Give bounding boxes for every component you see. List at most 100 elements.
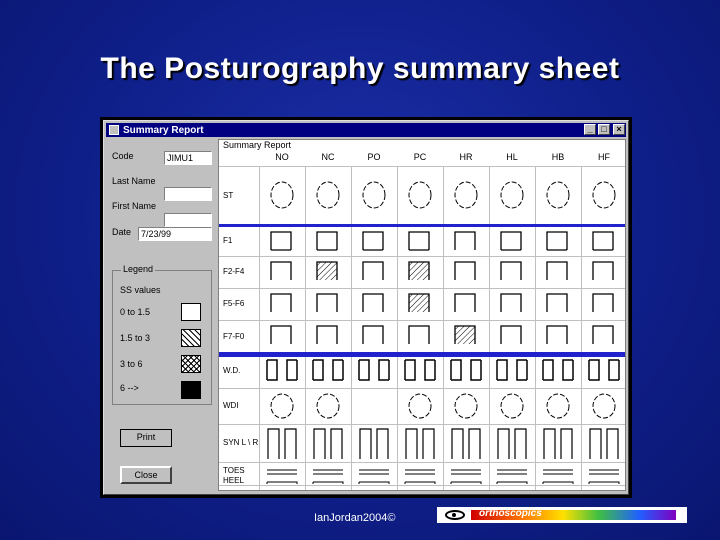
grid-row-divider [219, 424, 625, 425]
cell-syn-l-r-pc[interactable] [403, 427, 437, 461]
orthoscopics-logo: orthoscopics [437, 507, 687, 523]
row-label-st: ST [223, 191, 234, 200]
cell-syn-l-r-hb[interactable] [541, 427, 575, 461]
date-field[interactable]: 7/23/99 [138, 227, 212, 241]
cell-f2-f4-hb[interactable] [541, 260, 575, 282]
cell-wdi-nc[interactable] [311, 392, 345, 420]
cell-st-pc[interactable] [403, 180, 437, 210]
cell-f1-hf[interactable] [587, 230, 621, 252]
cell-f5-f6-hl[interactable] [495, 292, 529, 314]
grid-row-divider [219, 166, 625, 167]
cell-w-d--hr[interactable] [449, 358, 483, 384]
legend-swatch-hatch [181, 329, 201, 347]
cell-f2-f4-pc[interactable] [403, 260, 437, 282]
cell-f5-f6-hf[interactable] [587, 292, 621, 314]
cell-f2-f4-no[interactable] [265, 260, 299, 282]
legend-title: Legend [121, 264, 156, 274]
cell-w-d--pc[interactable] [403, 358, 437, 384]
cell-syn-l-r-hl[interactable] [495, 427, 529, 461]
cell-f5-f6-nc[interactable] [311, 292, 345, 314]
cell-f2-f4-hl[interactable] [495, 260, 529, 282]
cell-st-no[interactable] [265, 180, 299, 210]
cell-st-hf[interactable] [587, 180, 621, 210]
cell-wdi-no[interactable] [265, 392, 299, 420]
col-head-nc: NC [321, 152, 335, 162]
grid-section-separator [219, 352, 625, 355]
cell-f1-hl[interactable] [495, 230, 529, 252]
cell-toes-po[interactable] [357, 464, 391, 484]
cell-f5-f6-hb[interactable] [541, 292, 575, 314]
first-name-field[interactable] [164, 213, 212, 227]
cell-f2-f4-hf[interactable] [587, 260, 621, 282]
maximize-button[interactable]: □ [598, 124, 610, 135]
cell-toes-pc[interactable] [403, 464, 437, 484]
code-field[interactable]: JIMU1 [164, 151, 212, 165]
grid-row-divider [219, 462, 625, 463]
cell-f5-f6-po[interactable] [357, 292, 391, 314]
cell-f1-hb[interactable] [541, 230, 575, 252]
grid-col-divider [351, 166, 352, 490]
cell-f1-nc[interactable] [311, 230, 345, 252]
cell-f7-f0-hr[interactable] [449, 324, 483, 346]
cell-w-d--hf[interactable] [587, 358, 621, 384]
legend-swatch-empty [181, 303, 201, 321]
cell-wdi-hf[interactable] [587, 392, 621, 420]
cell-f7-f0-pc[interactable] [403, 324, 437, 346]
last-name-field[interactable] [164, 187, 212, 201]
cell-wdi-hb[interactable] [541, 392, 575, 420]
cell-f2-f4-po[interactable] [357, 260, 391, 282]
cell-f7-f0-po[interactable] [357, 324, 391, 346]
cell-f7-f0-hl[interactable] [495, 324, 529, 346]
cell-f1-po[interactable] [357, 230, 391, 252]
cell-w-d--hb[interactable] [541, 358, 575, 384]
cell-f5-f6-hr[interactable] [449, 292, 483, 314]
print-button[interactable]: Print [118, 427, 174, 449]
cell-w-d--no[interactable] [265, 358, 299, 384]
cell-st-po[interactable] [357, 180, 391, 210]
cell-toes-no[interactable] [265, 464, 299, 484]
cell-f7-f0-hb[interactable] [541, 324, 575, 346]
cell-toes-hf[interactable] [587, 464, 621, 484]
cell-toes-hr[interactable] [449, 464, 483, 484]
grid-col-divider [489, 166, 490, 490]
cell-st-hl[interactable] [495, 180, 529, 210]
cell-toes-nc[interactable] [311, 464, 345, 484]
cell-wdi-po[interactable] [357, 392, 391, 420]
legend-swatch-crosshatch [181, 355, 201, 373]
cell-wdi-hr[interactable] [449, 392, 483, 420]
cell-f5-f6-no[interactable] [265, 292, 299, 314]
cell-f1-pc[interactable] [403, 230, 437, 252]
minimize-button[interactable]: _ [584, 124, 596, 135]
cell-w-d--nc[interactable] [311, 358, 345, 384]
cell-w-d--hl[interactable] [495, 358, 529, 384]
row-label-wdi: WDI [223, 401, 239, 410]
cell-syn-l-r-po[interactable] [357, 427, 391, 461]
cell-f1-hr[interactable] [449, 230, 483, 252]
cell-syn-l-r-no[interactable] [265, 427, 299, 461]
cell-f7-f0-no[interactable] [265, 324, 299, 346]
cell-f7-f0-hf[interactable] [587, 324, 621, 346]
cell-st-nc[interactable] [311, 180, 345, 210]
cell-st-hb[interactable] [541, 180, 575, 210]
first-name-label: First Name [112, 201, 157, 211]
cell-wdi-pc[interactable] [403, 392, 437, 420]
cell-syn-l-r-hr[interactable] [449, 427, 483, 461]
cell-f5-f6-pc[interactable] [403, 292, 437, 314]
cell-st-hr[interactable] [449, 180, 483, 210]
cell-wdi-hl[interactable] [495, 392, 529, 420]
close-window-button[interactable]: × [613, 124, 625, 135]
cell-syn-l-r-hf[interactable] [587, 427, 621, 461]
cell-f7-f0-nc[interactable] [311, 324, 345, 346]
row-label-heel: HEEL [223, 476, 244, 485]
cell-f2-f4-nc[interactable] [311, 260, 345, 282]
row-label-toes: TOES [223, 466, 245, 475]
cell-f1-no[interactable] [265, 230, 299, 252]
close-button[interactable]: Close [120, 466, 172, 484]
cell-w-d--po[interactable] [357, 358, 391, 384]
row-label-f7-f0: F7-F0 [223, 332, 245, 341]
cell-f2-f4-hr[interactable] [449, 260, 483, 282]
cell-toes-hb[interactable] [541, 464, 575, 484]
cell-toes-hl[interactable] [495, 464, 529, 484]
cell-syn-l-r-nc[interactable] [311, 427, 345, 461]
window-titlebar[interactable]: Summary Report _ □ × [106, 123, 626, 137]
